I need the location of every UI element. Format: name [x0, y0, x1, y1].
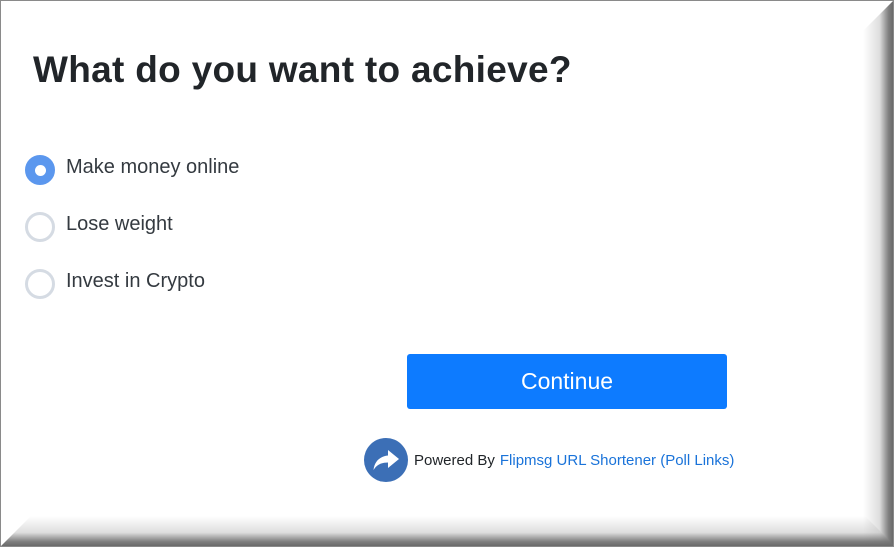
poll-question-title: What do you want to achieve? — [33, 49, 572, 90]
poll-option-invest-in-crypto[interactable]: Invest in Crypto — [25, 265, 239, 322]
radio-checked-icon[interactable] — [25, 155, 55, 185]
poll-option-label: Invest in Crypto — [66, 270, 205, 292]
share-arrow-icon — [364, 438, 408, 482]
powered-by-footer: Powered By Flipmsg URL Shortener (Poll L… — [364, 438, 734, 482]
poll-option-label: Make money online — [66, 156, 240, 178]
poll-option-lose-weight[interactable]: Lose weight — [25, 208, 239, 265]
poll-option-make-money-online[interactable]: Make money online — [25, 151, 239, 208]
share-arrow-glyph — [373, 450, 399, 470]
flipmsg-link[interactable]: Flipmsg URL Shortener (Poll Links) — [500, 452, 735, 469]
radio-unchecked-icon[interactable] — [25, 269, 55, 299]
poll-options: Make money online Lose weight Invest in … — [25, 151, 239, 322]
frame-edge-right — [863, 1, 893, 546]
powered-by-text: Powered By — [414, 451, 495, 469]
poll-option-label: Lose weight — [66, 213, 173, 235]
poll-card: What do you want to achieve? Make money … — [0, 0, 894, 547]
radio-unchecked-icon[interactable] — [25, 212, 55, 242]
frame-edge-bottom — [1, 516, 894, 546]
continue-button[interactable]: Continue — [407, 354, 727, 409]
radio-dot — [34, 164, 46, 176]
